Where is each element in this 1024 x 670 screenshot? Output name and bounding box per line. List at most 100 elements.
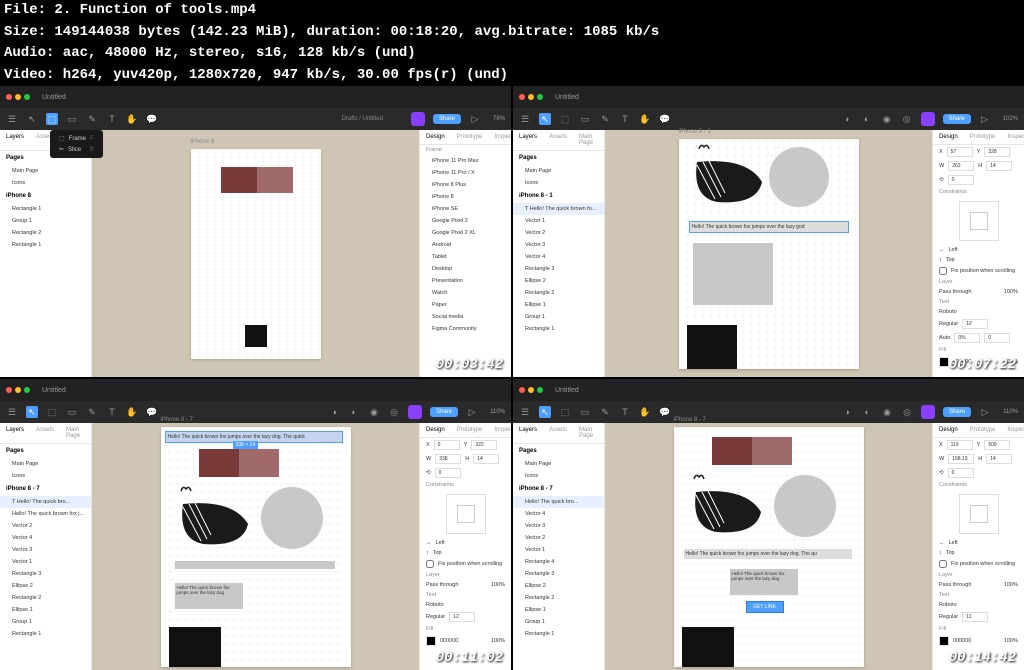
constraints-widget[interactable] [959, 201, 999, 241]
layer-item[interactable]: Watch [420, 287, 511, 299]
frame-option[interactable]: ⬚ Frame F [53, 133, 100, 144]
frame-tool-icon[interactable]: ⬚ [46, 113, 58, 125]
layer-item[interactable]: Vector 2 [513, 227, 604, 239]
canvas[interactable]: iPhone 8 - 7 Hello! The quick brown fox … [605, 423, 932, 670]
layer-item[interactable]: Ellipse 2 [513, 580, 604, 592]
menu-icon[interactable]: ☰ [6, 113, 18, 125]
layer-item[interactable]: Android [420, 239, 511, 251]
layer-item[interactable]: iPhone 8 Plus [420, 179, 511, 191]
window-title: Untitled [42, 94, 66, 101]
layer-item[interactable]: Vector 4 [513, 508, 604, 520]
rectangle[interactable] [221, 167, 257, 193]
layer-item[interactable]: iPhone 11 Pro / X [420, 167, 511, 179]
frame-tool-icon[interactable]: ⬚ [559, 113, 571, 125]
layer-item[interactable]: Google Pixel 2 XL [420, 227, 511, 239]
layer-item[interactable]: Rectangle 4 [513, 556, 604, 568]
layer-item[interactable]: Vector 1 [0, 556, 91, 568]
canvas[interactable]: iPhone 8 - 1 Hello! The quick brown fox … [605, 130, 932, 377]
thumbnail-4: Untitled ☰↖⬚▭✎T✋💬 ◑◐◉◎ Share▷ 110% Layer… [513, 379, 1024, 670]
close-dot[interactable] [6, 94, 12, 100]
zoom-level[interactable]: 78% [493, 116, 505, 122]
share-button[interactable]: Share [433, 114, 461, 124]
layer-item[interactable]: Vector 4 [0, 532, 91, 544]
layer-item[interactable]: Ellipse 1 [513, 299, 604, 311]
layer-item[interactable]: Rectangle 1 [513, 628, 604, 640]
layer-item[interactable]: Vector 3 [0, 544, 91, 556]
layer-item[interactable]: Group 1 [513, 616, 604, 628]
move-tool-icon[interactable]: ↖ [539, 113, 551, 125]
move-tool-icon[interactable]: ↖ [26, 113, 38, 125]
slice-option[interactable]: ✂ Slice S [53, 144, 100, 155]
text-tool-icon[interactable]: T [619, 113, 631, 125]
thumbnail-1: Untitled ☰ ↖ ⬚ ▭ ✎ T ✋ 💬 Drafts / Untitl… [0, 86, 511, 377]
layer-item[interactable]: Rectangle 2 [513, 287, 604, 299]
layer-item[interactable]: Figma Community [420, 323, 511, 335]
layer-item[interactable]: Presentation [420, 275, 511, 287]
toolbar: ☰ ↖ ⬚ ▭ ✎ T ✋ 💬 Drafts / Untitled Share … [0, 108, 511, 130]
layer-item[interactable]: Rectangle 3 [513, 568, 604, 580]
layer-item[interactable]: Group 1 [513, 311, 604, 323]
layer-item[interactable]: Vector 1 [513, 215, 604, 227]
layer-item[interactable]: Desktop [420, 263, 511, 275]
layer-item[interactable]: Vector 4 [513, 251, 604, 263]
play-icon[interactable]: ▷ [469, 113, 481, 125]
layer-item[interactable]: Rectangle 1 [0, 239, 91, 251]
comment-tool-icon[interactable]: 💬 [146, 113, 158, 125]
video-info-line: Video: h264, yuv420p, 1280x720, 947 kb/s… [0, 65, 1024, 87]
layer-item[interactable]: Rectangle 3 [0, 568, 91, 580]
layer-item[interactable]: Tablet [420, 251, 511, 263]
layer-item[interactable]: Rectangle 1 [0, 628, 91, 640]
rectangle[interactable] [687, 325, 737, 369]
layer-item[interactable]: Vector 3 [513, 520, 604, 532]
design-panel: DesignPrototypeInspect Frame iPhone 11 P… [419, 130, 511, 377]
layer-item[interactable]: Rectangle 3 [513, 263, 604, 275]
layer-item[interactable]: Rectangle 2 [0, 592, 91, 604]
layer-item[interactable]: iPhone SE [420, 203, 511, 215]
layer-item[interactable]: Ellipse 2 [513, 275, 604, 287]
layer-item[interactable]: Ellipse 1 [513, 604, 604, 616]
hand-tool-icon[interactable]: ✋ [126, 113, 138, 125]
layer-item[interactable]: Ellipse 1 [0, 604, 91, 616]
comment-tool-icon[interactable]: 💬 [659, 113, 671, 125]
layer-item[interactable]: Rectangle 1 [513, 323, 604, 335]
text-element[interactable]: Hello! The quick brown fox jumps over th… [689, 221, 849, 233]
layer-item[interactable]: Group 1 [0, 616, 91, 628]
ellipse[interactable] [769, 147, 829, 207]
layer-item[interactable]: Ellipse 2 [0, 580, 91, 592]
layer-item[interactable]: Vector 2 [513, 532, 604, 544]
layers-tab[interactable]: Layers [0, 130, 30, 150]
layer-item[interactable]: Group 1 [0, 215, 91, 227]
layer-item[interactable]: Rectangle 1 [0, 203, 91, 215]
pen-tool-icon[interactable]: ✎ [599, 113, 611, 125]
hand-tool-icon[interactable]: ✋ [639, 113, 651, 125]
get-link-button[interactable]: GET LINK [746, 601, 784, 613]
layer-item[interactable]: Vector 3 [513, 239, 604, 251]
pen-tool-icon[interactable]: ✎ [86, 113, 98, 125]
layer-item[interactable]: iPhone 8 [420, 191, 511, 203]
layer-item[interactable]: Paper [420, 299, 511, 311]
layer-item[interactable]: Vector 2 [0, 520, 91, 532]
canvas[interactable]: iPhone 8 [92, 130, 419, 377]
rectangle[interactable] [245, 325, 267, 347]
layer-item[interactable]: Social media [420, 311, 511, 323]
layer-item[interactable]: Rectangle 2 [0, 227, 91, 239]
text-tool-icon[interactable]: T [106, 113, 118, 125]
rectangle[interactable] [257, 167, 293, 193]
shape-tool-icon[interactable]: ▭ [579, 113, 591, 125]
min-dot[interactable] [15, 94, 21, 100]
max-dot[interactable] [24, 94, 30, 100]
layer-item[interactable]: Hello! The quick brown fox j... [0, 508, 91, 520]
frame-dropdown: ⬚ Frame F ✂ Slice S [50, 130, 103, 158]
file-info-line: File: 2. Function of tools.mp4 [0, 0, 1024, 22]
avatar[interactable] [411, 112, 425, 126]
rectangle[interactable] [693, 243, 773, 305]
layer-item[interactable]: Google Pixel 2 [420, 215, 511, 227]
layer-item[interactable]: Vector 1 [513, 544, 604, 556]
layer-item[interactable]: iPhone 11 Pro Max [420, 155, 511, 167]
canvas[interactable]: iPhone 8 - 7 Hello! The quick brown fox … [92, 423, 419, 670]
layer-item[interactable]: Rectangle 2 [513, 592, 604, 604]
shape-tool-icon[interactable]: ▭ [66, 113, 78, 125]
menu-icon[interactable]: ☰ [519, 113, 531, 125]
selected-layer[interactable]: T Hello! The quick brown fox ju... [513, 203, 604, 215]
thumbnail-3: Untitled ☰↖⬚▭✎T✋💬 ◑◐◉◎ Share▷ 110% Layer… [0, 379, 511, 670]
